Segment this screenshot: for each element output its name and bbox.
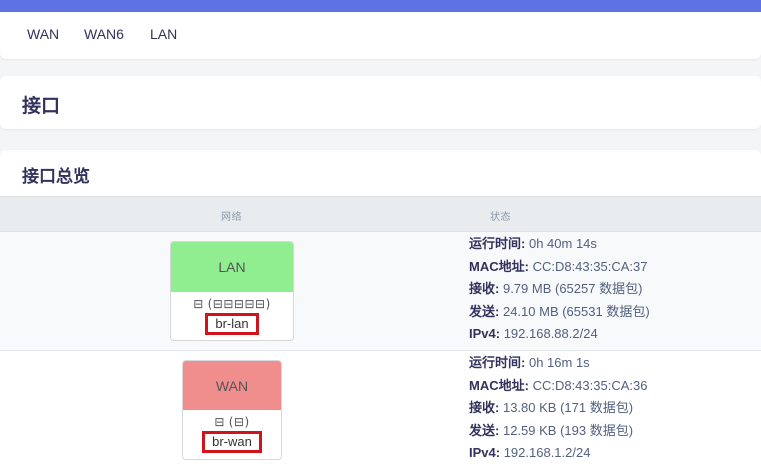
bridge-ports-icon: (⊟) xyxy=(228,415,250,429)
table-row: LAN ⊟ (⊟⊟⊟⊟⊟) br-lan 运行时间: 0h 40m 14s MA… xyxy=(0,232,761,351)
tab-wan6[interactable]: WAN6 xyxy=(84,26,124,42)
tx-label: 发送: xyxy=(469,303,500,319)
tab-lan[interactable]: LAN xyxy=(150,26,177,42)
mac-value: CC:D8:43:35:CA:37 xyxy=(532,258,648,274)
ipv4-label: IPv4: xyxy=(469,445,501,460)
port-icon: ⊟ xyxy=(214,415,225,429)
uptime-label: 运行时间: xyxy=(469,236,526,251)
tx-value: 24.10 MB (65531 数据包) xyxy=(502,303,650,319)
tx-value: 12.59 KB (193 数据包) xyxy=(502,422,634,438)
table-header: 网络 状态 xyxy=(0,196,761,232)
port-icon: ⊟ xyxy=(193,297,204,311)
ipv4-label: IPv4: xyxy=(469,326,501,341)
uptime-value: 0h 16m 1s xyxy=(528,355,590,370)
interface-name: LAN xyxy=(171,242,293,292)
rx-value: 9.79 MB (65257 数据包) xyxy=(502,281,643,296)
ipv4-value: 192.168.1.2/24 xyxy=(503,445,591,460)
ipv4-value: 192.168.88.2/24 xyxy=(503,326,598,341)
page-title: 接口 xyxy=(22,96,61,117)
interface-tabs: WAN WAN6 LAN xyxy=(0,12,761,59)
interface-overview-panel: 接口总览 网络 状态 LAN ⊟ (⊟⊟⊟⊟⊟) br-lan 运行时间: 0h… xyxy=(0,150,761,469)
section-title: 接口总览 xyxy=(22,167,90,186)
column-header-status: 状态 xyxy=(490,212,511,223)
tx-label: 发送: xyxy=(469,422,500,438)
rx-label: 接收: xyxy=(469,281,500,296)
interface-badge-wan[interactable]: WAN ⊟ (⊟) br-wan xyxy=(182,360,282,460)
rx-value: 13.80 KB (171 数据包) xyxy=(502,400,634,415)
table-row: WAN ⊟ (⊟) br-wan 运行时间: 0h 16m 1s MAC地址: … xyxy=(0,351,761,469)
page-header: 接口 xyxy=(0,76,761,129)
device-name-highlighted: br-lan xyxy=(205,313,259,335)
column-header-network: 网络 xyxy=(221,212,242,223)
interface-devices: ⊟ (⊟⊟⊟⊟⊟) br-lan xyxy=(171,297,293,335)
rx-label: 接收: xyxy=(469,400,500,415)
mac-label: MAC地址: xyxy=(469,258,529,274)
uptime-label: 运行时间: xyxy=(469,355,526,370)
mac-value: CC:D8:43:35:CA:36 xyxy=(532,377,648,393)
device-icons: ⊟ (⊟) xyxy=(183,415,281,429)
mac-label: MAC地址: xyxy=(469,377,529,393)
interface-badge-lan[interactable]: LAN ⊟ (⊟⊟⊟⊟⊟) br-lan xyxy=(170,241,294,341)
tab-wan[interactable]: WAN xyxy=(27,26,59,42)
device-icons: ⊟ (⊟⊟⊟⊟⊟) xyxy=(171,297,293,311)
interface-devices: ⊟ (⊟) br-wan xyxy=(183,415,281,453)
interface-status-wan: 运行时间: 0h 16m 1s MAC地址: CC:D8:43:35:CA:36… xyxy=(469,352,647,465)
interface-status-lan: 运行时间: 0h 40m 14s MAC地址: CC:D8:43:35:CA:3… xyxy=(469,233,650,346)
device-name-highlighted: br-wan xyxy=(202,431,262,453)
bridge-ports-icon: (⊟⊟⊟⊟⊟) xyxy=(207,297,271,311)
interface-name: WAN xyxy=(183,361,281,410)
uptime-value: 0h 40m 14s xyxy=(528,236,597,251)
top-accent-bar xyxy=(0,0,761,12)
